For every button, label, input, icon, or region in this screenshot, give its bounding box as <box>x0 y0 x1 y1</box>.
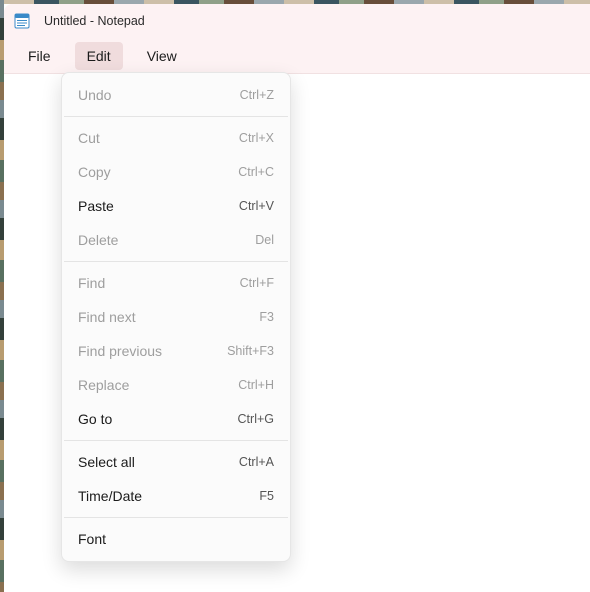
menu-separator <box>64 116 288 117</box>
edit-dropdown-menu: Undo Ctrl+Z Cut Ctrl+X Copy Ctrl+C Paste… <box>61 72 291 562</box>
menu-separator <box>64 517 288 518</box>
window-title: Untitled - Notepad <box>44 14 145 28</box>
menu-bar: File Edit View <box>4 38 590 74</box>
menu-item-find-next[interactable]: Find next F3 <box>62 300 290 334</box>
notepad-window: Untitled - Notepad File Edit View Undo C… <box>4 4 590 592</box>
menu-item-replace[interactable]: Replace Ctrl+H <box>62 368 290 402</box>
menu-item-find[interactable]: Find Ctrl+F <box>62 266 290 300</box>
menu-item-label: Find next <box>78 309 136 325</box>
menu-item-label: Undo <box>78 87 111 103</box>
menu-item-label: Time/Date <box>78 488 142 504</box>
menu-item-label: Delete <box>78 232 118 248</box>
menu-item-shortcut: Ctrl+V <box>239 199 274 213</box>
menu-item-label: Go to <box>78 411 112 427</box>
menu-item-cut[interactable]: Cut Ctrl+X <box>62 121 290 155</box>
menu-item-label: Replace <box>78 377 129 393</box>
menu-item-label: Paste <box>78 198 114 214</box>
notepad-icon <box>14 13 30 29</box>
menu-item-label: Font <box>78 531 106 547</box>
menu-item-shortcut: Ctrl+F <box>240 276 274 290</box>
menu-item-shortcut: Ctrl+C <box>238 165 274 179</box>
menu-item-shortcut: Ctrl+Z <box>240 88 274 102</box>
menu-item-shortcut: Del <box>255 233 274 247</box>
menu-item-select-all[interactable]: Select all Ctrl+A <box>62 445 290 479</box>
menu-item-find-previous[interactable]: Find previous Shift+F3 <box>62 334 290 368</box>
menu-edit-label: Edit <box>87 48 111 64</box>
menu-item-time-date[interactable]: Time/Date F5 <box>62 479 290 513</box>
menu-edit[interactable]: Edit <box>75 42 123 70</box>
menu-item-label: Select all <box>78 454 135 470</box>
menu-item-paste[interactable]: Paste Ctrl+V <box>62 189 290 223</box>
menu-item-shortcut: F5 <box>259 489 274 503</box>
menu-item-delete[interactable]: Delete Del <box>62 223 290 257</box>
menu-file-label: File <box>28 48 51 64</box>
menu-item-font[interactable]: Font <box>62 522 290 556</box>
menu-item-label: Find previous <box>78 343 162 359</box>
menu-item-go-to[interactable]: Go to Ctrl+G <box>62 402 290 436</box>
menu-view-label: View <box>147 48 177 64</box>
menu-item-label: Cut <box>78 130 100 146</box>
menu-item-label: Copy <box>78 164 111 180</box>
menu-item-shortcut: Shift+F3 <box>227 344 274 358</box>
menu-item-shortcut: F3 <box>259 310 274 324</box>
menu-item-label: Find <box>78 275 105 291</box>
title-bar[interactable]: Untitled - Notepad <box>4 4 590 38</box>
menu-separator <box>64 440 288 441</box>
menu-separator <box>64 261 288 262</box>
menu-item-undo[interactable]: Undo Ctrl+Z <box>62 78 290 112</box>
menu-file[interactable]: File <box>16 42 63 70</box>
menu-item-shortcut: Ctrl+H <box>238 378 274 392</box>
menu-item-shortcut: Ctrl+G <box>238 412 274 426</box>
menu-item-shortcut: Ctrl+X <box>239 131 274 145</box>
menu-item-copy[interactable]: Copy Ctrl+C <box>62 155 290 189</box>
menu-item-shortcut: Ctrl+A <box>239 455 274 469</box>
menu-view[interactable]: View <box>135 42 189 70</box>
